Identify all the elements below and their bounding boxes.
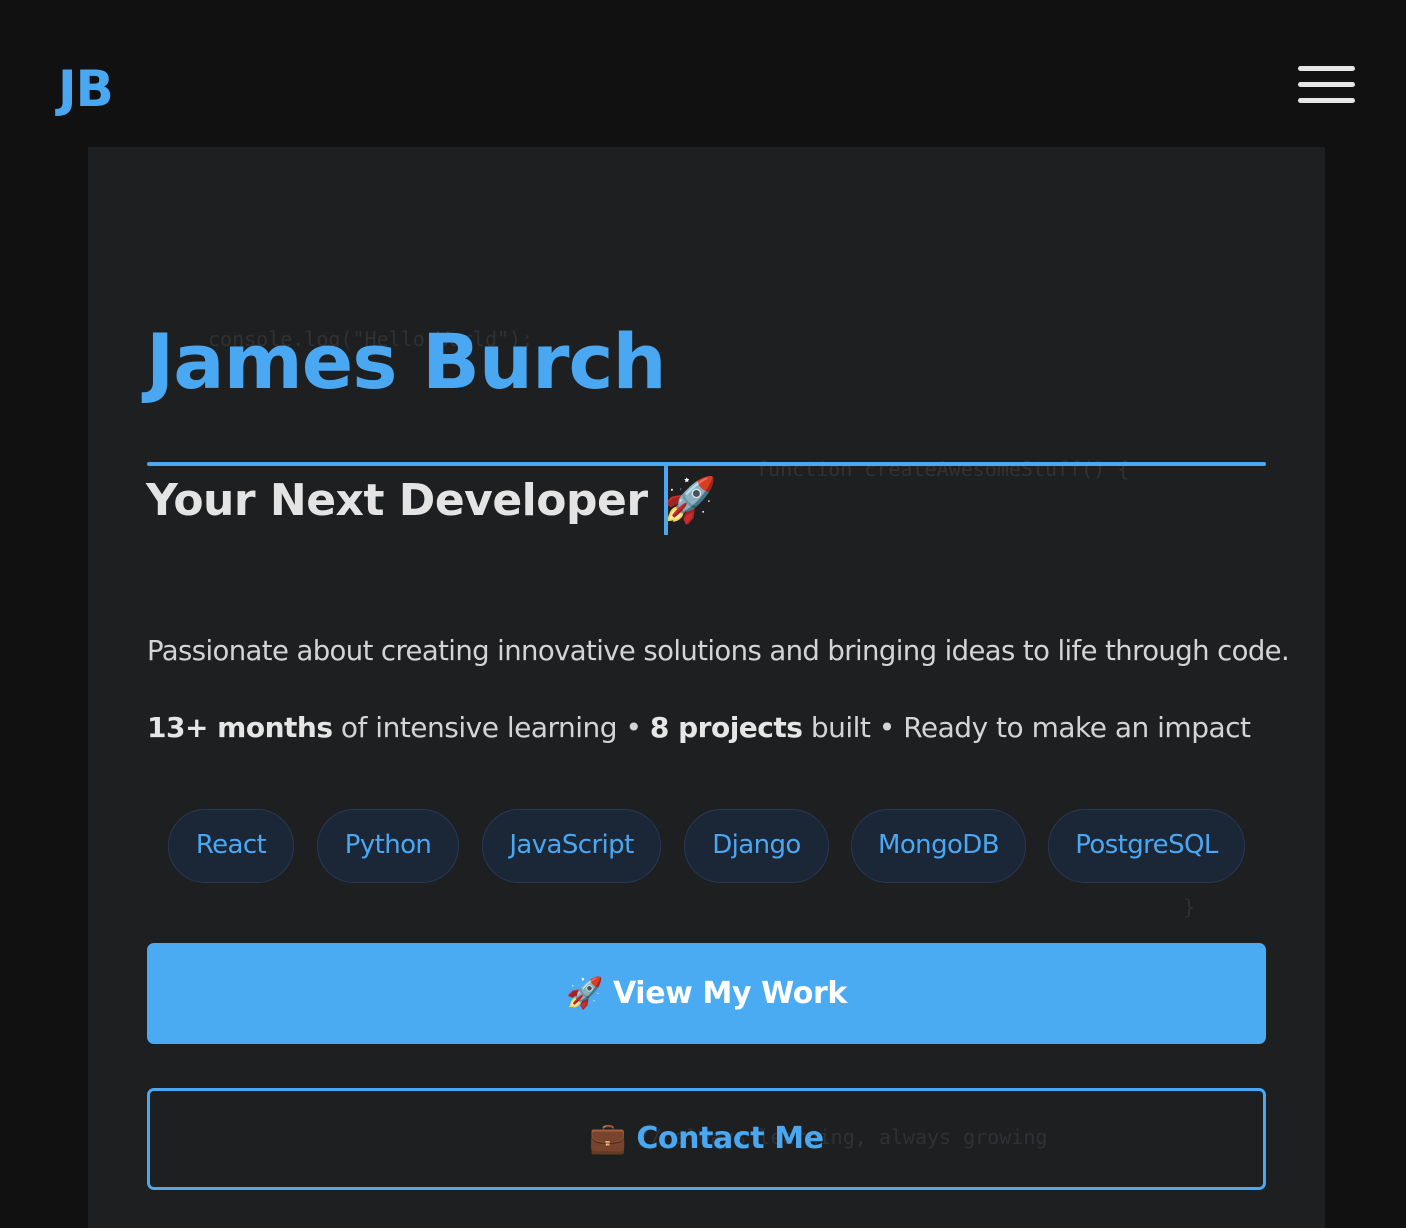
- tech-tag-django[interactable]: Django: [684, 809, 829, 883]
- menu-bar: [1298, 98, 1355, 103]
- contact-me-label: Contact Me: [636, 1121, 824, 1156]
- title-divider: [147, 462, 1266, 466]
- contact-me-button[interactable]: 💼 Contact Me: [147, 1088, 1266, 1190]
- navbar: JB: [0, 0, 1406, 147]
- rocket-icon: 🚀: [566, 976, 604, 1011]
- tech-tag-mongodb[interactable]: MongoDB: [851, 809, 1026, 883]
- hero-section: console.log("Hello World"); function cre…: [88, 147, 1325, 1228]
- stat-months: 13+ months: [147, 711, 333, 744]
- background-code-line: }: [1183, 895, 1196, 919]
- logo[interactable]: JB: [58, 58, 114, 120]
- stat-projects: 8 projects: [649, 711, 803, 744]
- hero-bio: Passionate about creating innovative sol…: [147, 635, 1290, 667]
- tech-tag-postgresql[interactable]: PostgreSQL: [1048, 809, 1245, 883]
- background-code-line: function createAwesomeStuff() {: [756, 457, 1130, 481]
- hero-stats: 13+ months of intensive learning • 8 pro…: [147, 708, 1251, 748]
- stat-projects-text: built • Ready to make an impact: [802, 711, 1251, 744]
- stat-months-text: of intensive learning •: [332, 711, 650, 744]
- typing-cursor: [664, 465, 668, 535]
- menu-bar: [1298, 66, 1355, 71]
- hamburger-menu-icon[interactable]: [1298, 66, 1355, 104]
- tech-tag-javascript[interactable]: JavaScript: [482, 809, 661, 883]
- view-my-work-label: View My Work: [613, 976, 847, 1011]
- hero-name: James Burch: [146, 317, 667, 406]
- briefcase-icon: 💼: [589, 1121, 627, 1156]
- tech-tag-react[interactable]: React: [168, 809, 294, 883]
- view-my-work-button[interactable]: 🚀 View My Work: [147, 943, 1266, 1044]
- menu-bar: [1298, 82, 1355, 87]
- tech-tag-python[interactable]: Python: [317, 809, 459, 883]
- hero-tagline: Your Next Developer 🚀: [146, 475, 717, 526]
